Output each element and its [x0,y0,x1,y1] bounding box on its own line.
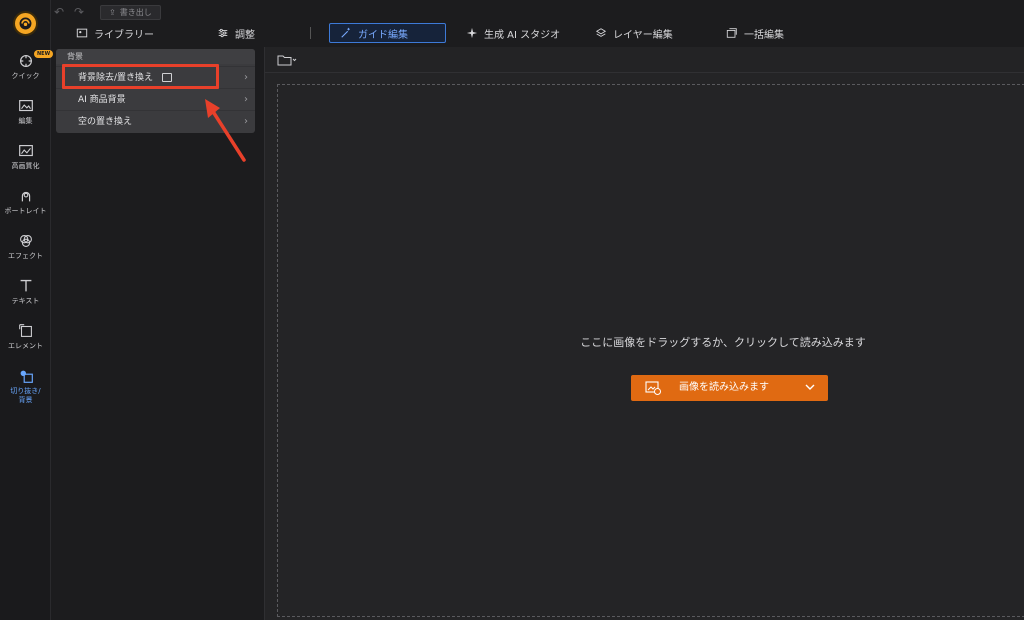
portrait-icon [21,191,30,202]
workspace-toolbar [265,47,1024,73]
load-image-label: 画像を読み込みます [679,382,769,393]
history-bar: ↶ ↷ ⇪ 書き出し [52,4,161,20]
rail-item-element[interactable]: エレメント [0,322,51,362]
export-button[interactable]: ⇪ 書き出し [100,4,161,20]
layers-icon [595,28,607,37]
workspace: ここに画像をドラッグするか、クリックして読み込みます 画像を読み込みます [264,47,1024,620]
rail-item-portrait[interactable]: ポートレイト [0,187,51,227]
tab-label: 調整 [235,29,255,41]
drop-instruction: ここに画像をドラッグするか、クリックして読み込みます [580,336,866,349]
tool-rail: NEW クイック 編集 高画質化 ポートレイト エフェクト テキスト エレメント… [0,0,54,620]
tab-batch-edit[interactable]: 一括編集 [726,23,784,43]
undo-icon[interactable]: ↶ [52,5,66,19]
panel-header: 背景 [56,49,255,64]
menu-item-label: 空の置き換え [78,117,133,127]
tab-label: 一括編集 [744,29,784,41]
rail-item-effect[interactable]: エフェクト [0,232,51,272]
rail-item-edit[interactable]: 編集 [0,97,51,137]
batch-icon [726,28,737,38]
sliders-icon [218,28,228,38]
element-icon [18,324,32,337]
annotation-highlight-box [62,64,219,89]
redo-icon[interactable]: ↷ [72,5,86,19]
export-icon: ⇪ [109,7,116,17]
chevron-down-icon[interactable] [804,381,816,393]
cutout-icon [20,370,33,383]
export-label: 書き出し [119,7,152,17]
rail-item-label: ポートレイト [4,207,47,215]
tab-label: レイヤー編集 [613,29,673,41]
rail-item-label: 切り抜き/ [10,387,41,395]
edit-image-icon [18,100,33,112]
rail-item-label: エフェクト [8,252,43,260]
tab-label: ガイド編集 [358,29,408,41]
rail-item-label: テキスト [11,297,40,305]
rail-item-label: クイック [11,72,40,80]
rail-item-enhance[interactable]: 高画質化 [0,142,51,182]
load-image-icon [645,381,661,395]
effect-icon [19,235,32,247]
tab-label: 生成 AI スタジオ [484,29,561,41]
menu-item-label: AI 商品背景 [78,95,126,105]
chevron-right-icon: › [244,72,248,83]
rail-item-label-line2: 背景 [18,396,33,404]
tab-divider [310,27,311,39]
image-drop-zone[interactable]: ここに画像をドラッグするか、クリックして読み込みます 画像を読み込みます [277,84,1024,617]
quick-icon [19,55,32,67]
rail-item-label: 編集 [18,117,33,125]
rail-item-label: 高画質化 [11,162,40,170]
tab-layer-edit[interactable]: レイヤー編集 [595,23,673,43]
app-logo-icon [13,11,38,36]
text-icon [20,279,31,292]
annotation-arrow-icon [205,99,246,162]
rail-item-quick[interactable]: クイック [0,52,51,92]
rail-item-cutout-background[interactable]: 切り抜き/ 背景 [0,367,51,407]
tab-label: ライブラリー [94,29,154,41]
tab-library[interactable]: ライブラリー [76,23,154,43]
load-image-button[interactable]: 画像を読み込みます [631,375,828,401]
rail-item-label: エレメント [8,342,43,350]
magic-wand-icon [341,27,350,38]
folder-icon[interactable] [277,54,297,66]
rail-item-text[interactable]: テキスト [0,277,51,317]
sparkle-icon [466,27,478,39]
tab-adjust[interactable]: 調整 [217,23,255,43]
library-icon [76,28,88,38]
enhance-icon [18,145,33,157]
main-tabs: ライブラリー 調整 ガイド編集 生成 AI スタジオ レイヤー編集 一括編集 [52,22,1024,44]
tab-generative-ai-studio[interactable]: 生成 AI スタジオ [466,23,560,43]
tab-guided-edit[interactable]: ガイド編集 [329,23,446,43]
